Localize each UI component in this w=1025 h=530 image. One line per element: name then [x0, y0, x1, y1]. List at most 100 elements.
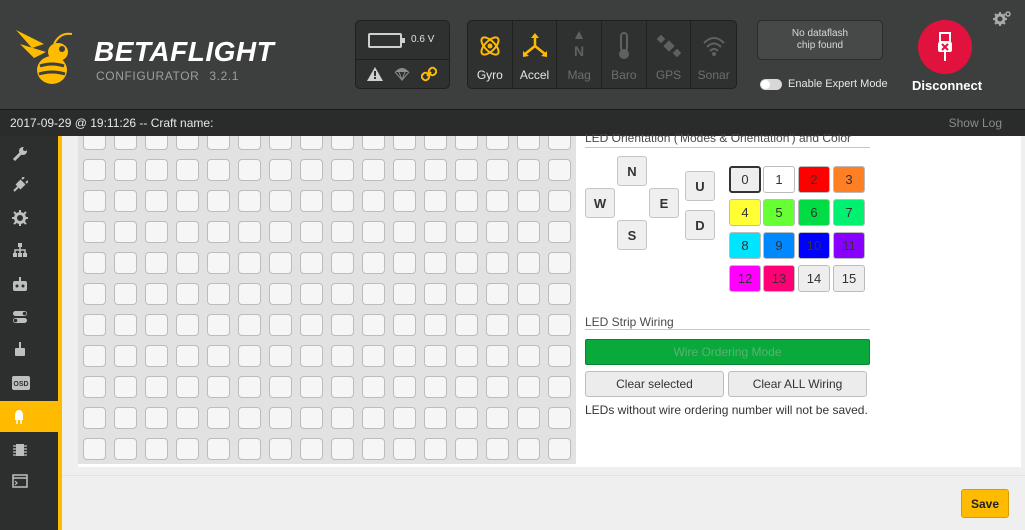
- led-cell[interactable]: [548, 190, 571, 212]
- led-cell[interactable]: [83, 345, 106, 367]
- led-cell[interactable]: [83, 283, 106, 305]
- led-cell[interactable]: [176, 159, 199, 181]
- color-button[interactable]: 11: [833, 232, 865, 259]
- led-cell[interactable]: [548, 283, 571, 305]
- led-cell[interactable]: [455, 190, 478, 212]
- led-cell[interactable]: [207, 221, 230, 243]
- show-log-link[interactable]: Show Log: [949, 116, 1002, 130]
- led-cell[interactable]: [486, 190, 509, 212]
- led-cell[interactable]: [424, 252, 447, 274]
- led-cell[interactable]: [114, 190, 137, 212]
- led-cell[interactable]: [145, 159, 168, 181]
- color-button[interactable]: 9: [763, 232, 795, 259]
- led-cell[interactable]: [114, 252, 137, 274]
- led-cell[interactable]: [486, 314, 509, 336]
- direction-button-north[interactable]: N: [617, 156, 647, 186]
- led-cell[interactable]: [83, 376, 106, 398]
- led-cell[interactable]: [269, 314, 292, 336]
- led-cell[interactable]: [145, 314, 168, 336]
- led-cell[interactable]: [362, 407, 385, 429]
- led-cell[interactable]: [83, 136, 106, 150]
- led-cell[interactable]: [238, 438, 261, 460]
- led-cell[interactable]: [548, 159, 571, 181]
- led-cell[interactable]: [486, 136, 509, 150]
- color-button[interactable]: 14: [798, 265, 830, 292]
- led-cell[interactable]: [300, 283, 323, 305]
- led-cell[interactable]: [145, 252, 168, 274]
- led-cell[interactable]: [393, 314, 416, 336]
- led-cell[interactable]: [393, 159, 416, 181]
- led-cell[interactable]: [176, 345, 199, 367]
- led-cell[interactable]: [548, 136, 571, 150]
- led-cell[interactable]: [83, 438, 106, 460]
- color-button[interactable]: 8: [729, 232, 761, 259]
- direction-button-east[interactable]: E: [649, 188, 679, 218]
- led-cell[interactable]: [362, 283, 385, 305]
- led-cell[interactable]: [238, 345, 261, 367]
- led-cell[interactable]: [176, 221, 199, 243]
- sidebar-item-osd[interactable]: OSD: [0, 367, 62, 398]
- led-cell[interactable]: [269, 136, 292, 150]
- led-cell[interactable]: [114, 345, 137, 367]
- led-cell[interactable]: [517, 407, 540, 429]
- led-cell[interactable]: [486, 345, 509, 367]
- led-cell[interactable]: [300, 314, 323, 336]
- led-cell[interactable]: [486, 159, 509, 181]
- led-cell[interactable]: [331, 376, 354, 398]
- led-cell[interactable]: [300, 376, 323, 398]
- led-cell[interactable]: [331, 221, 354, 243]
- color-button[interactable]: 0: [729, 166, 761, 193]
- expert-mode-toggle[interactable]: [760, 78, 782, 90]
- led-cell[interactable]: [486, 438, 509, 460]
- led-cell[interactable]: [269, 438, 292, 460]
- led-cell[interactable]: [176, 376, 199, 398]
- led-cell[interactable]: [393, 190, 416, 212]
- led-cell[interactable]: [238, 252, 261, 274]
- led-cell[interactable]: [424, 376, 447, 398]
- led-cell[interactable]: [207, 252, 230, 274]
- led-cell[interactable]: [424, 314, 447, 336]
- led-cell[interactable]: [207, 438, 230, 460]
- led-cell[interactable]: [393, 345, 416, 367]
- led-cell[interactable]: [517, 190, 540, 212]
- led-cell[interactable]: [207, 159, 230, 181]
- led-cell[interactable]: [83, 314, 106, 336]
- led-cell[interactable]: [486, 252, 509, 274]
- led-cell[interactable]: [393, 221, 416, 243]
- led-cell[interactable]: [331, 283, 354, 305]
- led-cell[interactable]: [238, 136, 261, 150]
- led-cell[interactable]: [548, 407, 571, 429]
- led-cell[interactable]: [300, 345, 323, 367]
- led-cell[interactable]: [517, 283, 540, 305]
- led-cell[interactable]: [393, 283, 416, 305]
- led-cell[interactable]: [269, 190, 292, 212]
- sidebar-item-motors[interactable]: [0, 333, 62, 364]
- led-cell[interactable]: [331, 407, 354, 429]
- led-cell[interactable]: [238, 376, 261, 398]
- led-cell[interactable]: [362, 221, 385, 243]
- led-cell[interactable]: [548, 438, 571, 460]
- led-cell[interactable]: [331, 314, 354, 336]
- led-cell[interactable]: [424, 283, 447, 305]
- led-grid[interactable]: [78, 136, 576, 464]
- led-cell[interactable]: [393, 407, 416, 429]
- led-cell[interactable]: [176, 136, 199, 150]
- led-cell[interactable]: [176, 283, 199, 305]
- led-cell[interactable]: [548, 376, 571, 398]
- led-cell[interactable]: [300, 190, 323, 212]
- led-cell[interactable]: [517, 221, 540, 243]
- led-cell[interactable]: [424, 159, 447, 181]
- led-cell[interactable]: [424, 407, 447, 429]
- led-cell[interactable]: [486, 407, 509, 429]
- led-cell[interactable]: [331, 159, 354, 181]
- led-cell[interactable]: [269, 221, 292, 243]
- led-cell[interactable]: [517, 345, 540, 367]
- led-cell[interactable]: [362, 345, 385, 367]
- led-cell[interactable]: [424, 190, 447, 212]
- led-cell[interactable]: [238, 190, 261, 212]
- led-cell[interactable]: [300, 252, 323, 274]
- direction-button-down[interactable]: D: [685, 210, 715, 240]
- led-cell[interactable]: [300, 407, 323, 429]
- expert-mode-control[interactable]: Enable Expert Mode: [760, 78, 888, 90]
- color-button[interactable]: 3: [833, 166, 865, 193]
